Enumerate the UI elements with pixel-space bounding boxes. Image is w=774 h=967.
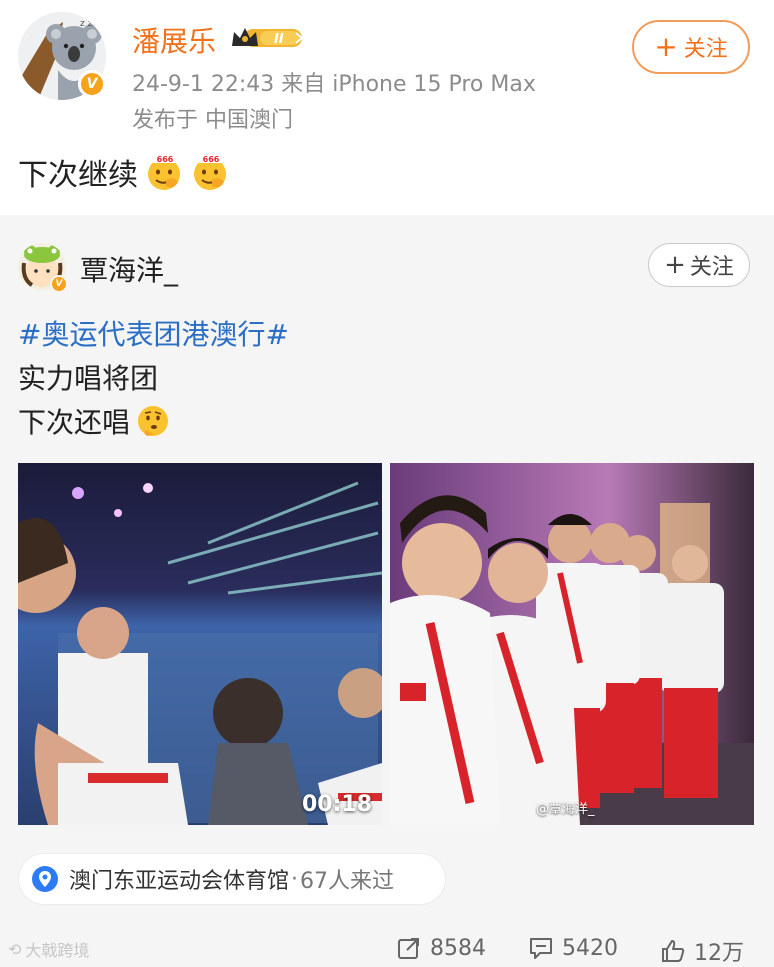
post-header: z z V 潘展乐 II 24-9-1 22:43 来自 iPhone 15 P…	[0, 0, 774, 215]
follow-label: 关注	[683, 37, 728, 62]
like-count: 12万	[694, 941, 744, 966]
svg-text:z z: z z	[80, 19, 93, 29]
repost-text-line-2: 下次还唱	[18, 401, 170, 441]
comment-button[interactable]: 5420	[528, 935, 618, 961]
video-thumbnail[interactable]: 00:18	[18, 463, 382, 825]
verified-badge-icon: V	[78, 70, 106, 98]
like-icon	[662, 940, 685, 962]
plus-icon: +	[664, 250, 686, 280]
post-location: 发布于 中国澳门	[132, 108, 293, 133]
svg-text:666: 666	[203, 155, 220, 164]
location-pin-icon	[32, 866, 58, 892]
hashtag-link[interactable]: #奥运代表团港澳行#	[18, 313, 289, 353]
repost-follow-button[interactable]: + 关注	[648, 243, 750, 287]
repost-text-line-1: 实力唱将团	[18, 362, 159, 395]
location-name: 澳门东亚运动会体育馆	[69, 869, 290, 894]
repost-author-name[interactable]: 覃海洋_	[80, 249, 178, 289]
location-chip[interactable]: 澳门东亚运动会体育馆 · 67人来过	[18, 853, 446, 905]
reposted-card[interactable]: V 覃海洋_ + 关注 #奥运代表团港澳行# 实力唱将团 下次还唱 00:18 …	[0, 215, 774, 967]
repost-text-line-2-content: 下次还唱	[18, 406, 131, 439]
comment-count: 5420	[562, 935, 618, 961]
666-emoji-icon: 666	[190, 152, 230, 192]
follow-button[interactable]: + 关注	[632, 20, 750, 74]
watermark-icon: ⟲	[8, 939, 22, 959]
location-visitors: 67人来过	[300, 869, 395, 894]
post-meta: 24-9-1 22:43 来自 iPhone 15 Pro Max	[132, 72, 536, 97]
author-name[interactable]: 潘展乐	[132, 20, 216, 60]
member-level-label: II	[274, 32, 284, 47]
watermark-text: 大戟跨境	[25, 941, 90, 960]
thinking-emoji-icon	[138, 406, 169, 436]
like-button[interactable]: 12万	[660, 935, 744, 967]
plus-icon: +	[654, 30, 678, 63]
svg-text:666: 666	[157, 155, 174, 164]
footer-watermark: ⟲ 大戟跨境	[8, 937, 89, 961]
post-text-content: 下次继续	[18, 158, 138, 193]
repost-follow-label: 关注	[689, 255, 734, 280]
comment-icon	[530, 938, 552, 959]
verified-badge-icon: V	[50, 275, 68, 293]
repost-icon	[398, 938, 419, 959]
video-duration: 00:18	[301, 792, 372, 817]
crown-badge-icon[interactable]: II	[230, 24, 306, 52]
repost-button[interactable]: 8584	[396, 935, 486, 961]
666-emoji-icon: 666	[144, 152, 184, 192]
photo-watermark: @覃海洋_	[536, 802, 595, 817]
post-text: 下次继续 666 666	[18, 150, 230, 194]
repost-count: 8584	[430, 935, 486, 961]
location-separator: ·	[291, 866, 299, 892]
photo-thumbnail[interactable]: @覃海洋_	[390, 463, 754, 825]
